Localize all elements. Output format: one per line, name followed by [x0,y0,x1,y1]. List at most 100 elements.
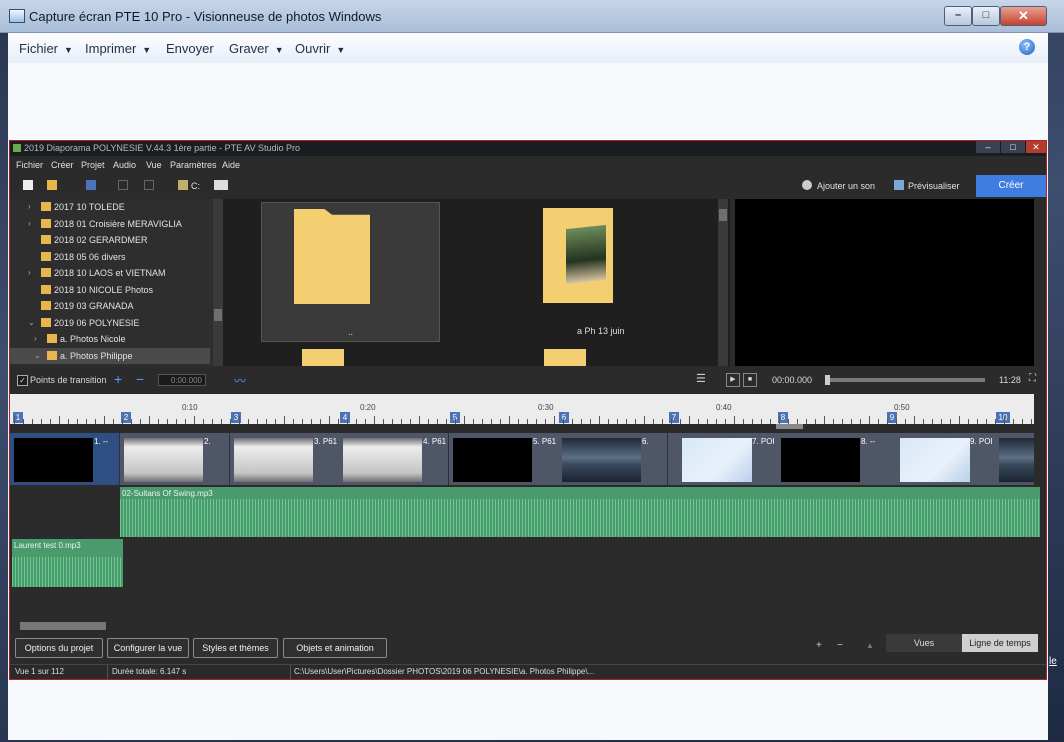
preview-panel [735,199,1034,366]
slide-caption: 7. POI [752,437,775,446]
preview-icon [894,180,904,190]
chevron-right-icon: › [28,219,31,228]
slide-item: 5. P61 [449,433,559,485]
collapse-icon: ▲ [866,641,874,650]
folder-icon [41,252,51,261]
open-folder-icon [47,180,57,190]
project-options-button: Options du projet [15,638,103,658]
chevron-right-icon: › [28,202,31,211]
new-file-icon [23,180,33,190]
file-browser: .. a Ph 13 juin [223,199,730,366]
ruler-tick [347,419,348,424]
ruler-tick [851,419,852,424]
ruler-tick [734,416,735,424]
ruler-tick [941,419,942,424]
ruler-tick [644,416,645,424]
ruler-tick [572,419,573,424]
ruler-tick [986,419,987,424]
ruler-tick [392,419,393,424]
stop-icon: ■ [743,373,757,387]
pte-menu-projet: Projet [81,160,105,170]
ruler-tick [905,419,906,424]
ruler-tick [878,419,879,424]
tree-item-selected: ⌄ a. Photos Philippe [10,348,210,364]
slide-caption: 5. P61 [533,437,557,446]
ruler-tick [833,419,834,424]
maximize-button[interactable]: □ [972,6,1000,26]
folder-icon [544,349,586,366]
ruler-tick [176,419,177,424]
tree-item: › 2018 01 Croisière MERAVIGLIA [28,219,182,229]
menu-envoyer[interactable]: Envoyer [166,41,214,56]
ruler-tick [95,419,96,424]
folder-icon [41,285,51,294]
ruler-tick [338,419,339,424]
speaker-icon [802,180,812,190]
tree-item: 2018 05 06 divers [10,249,210,265]
ruler-tick [203,419,204,424]
slide-caption: 9. POI [970,437,993,446]
slide-thumbnail [682,438,752,482]
file-label: .. [348,327,354,337]
chevron-right-icon: › [28,268,31,277]
folder-icon [302,349,344,366]
ruler-tick [428,419,429,424]
ruler-tick [284,416,285,424]
menu-ouvrir[interactable]: Ouvrir ▼ [295,41,345,56]
drive-label: C: [191,181,200,191]
timeline-ruler: 0:10 0:20 0:30 0:40 0:50 1 2 3 4 5 6 7 8… [10,394,1034,424]
menu-graver[interactable]: Graver ▼ [229,41,284,56]
close-button[interactable]: ✕ [1000,6,1047,26]
ruler-tick [653,419,654,424]
slide-track: 1. -- 2. 3. P61 4. P61 5. P61 6. 7. POI 8. -- 9.… [10,433,1034,485]
audio-waveform [120,499,1040,537]
ruler-tick [455,419,456,424]
status-duration: Durée totale: 6.147 s [112,667,187,676]
slide-thumbnail [900,438,970,482]
ruler-tick [527,419,528,424]
ruler-tick [41,419,42,424]
background-window-text: le [1049,656,1057,667]
zoom-in-icon: + [816,640,822,651]
pte-menu-audio: Audio [113,160,137,170]
undo-icon [118,180,128,190]
ruler-tick [212,419,213,424]
tree-item: › 2017 10 TOLEDE [28,202,125,212]
file-tile-selected: .. [261,202,440,342]
pte-menu-parametres: Paramètres [170,160,217,170]
ruler-tick [437,419,438,424]
transition-points-label: Points de transition [30,375,107,385]
pte-toolbar: C: Ajouter un son Prévisualiser [10,175,1046,199]
ruler-label: 0:20 [360,403,376,412]
minimize-button[interactable]: – [944,6,972,26]
ruler-tick [1031,419,1032,424]
ruler-tick [410,419,411,424]
ruler-tick [626,419,627,424]
ruler-label: 0:50 [894,403,910,412]
ruler-tick [302,419,303,424]
play-icon: ▶ [726,373,740,387]
ruler-tick [320,419,321,424]
ruler-tick [959,416,960,424]
slide-caption: 8. -- [861,437,876,446]
ruler-tick [779,416,780,424]
status-path: C:\Users\User\Pictures\Dossier PHOTOS\20… [294,667,595,676]
zoom-out-icon: − [837,640,843,651]
seek-bar [825,375,985,385]
chevron-down-icon: ▼ [142,45,152,55]
help-icon[interactable]: ? [1019,39,1035,55]
ruler-tick [842,419,843,424]
ruler-tick [104,416,105,424]
ruler-tick [536,419,537,424]
ruler-tick [635,419,636,424]
fullscreen-icon: ⛶ [1029,373,1036,384]
tab-ligne-de-temps: Ligne de temps [962,634,1038,652]
folder-icon [41,318,51,327]
ruler-label: 0:30 [538,403,554,412]
ruler-tick [896,419,897,424]
menu-imprimer[interactable]: Imprimer ▼ [85,41,151,56]
slide-caption: 3. P61 [314,437,338,446]
menu-fichier[interactable]: Fichier ▼ [19,41,73,56]
ruler-tick [950,419,951,424]
pte-menu-bar: Fichier Créer Projet Audio Vue Paramètre… [10,159,1046,173]
